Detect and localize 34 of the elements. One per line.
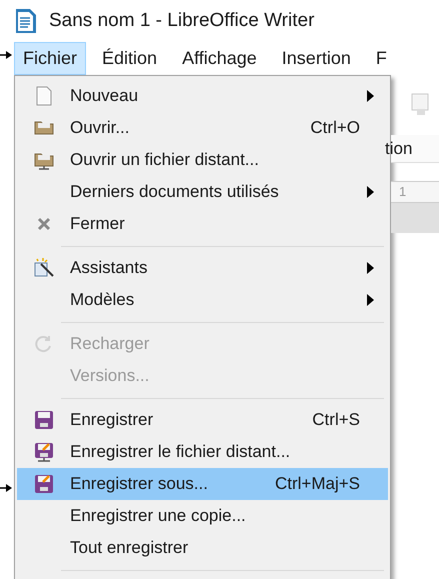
toolbar-icon	[411, 93, 431, 117]
page-icon	[34, 86, 52, 106]
menu-item[interactable]: Tout enregistrer	[17, 532, 388, 564]
menu-item[interactable]: Modèles	[17, 284, 388, 316]
toolbar-text: tion	[385, 138, 412, 160]
menu-item[interactable]: Fermer	[17, 208, 388, 240]
menu-item[interactable]: Enregistrer sous... Ctrl+Maj+S	[17, 468, 388, 500]
ruler-number: 1	[399, 183, 406, 202]
shortcut-label: Ctrl+O	[310, 117, 360, 140]
menu-bar-item[interactable]: Fichier	[14, 42, 86, 75]
pointer-arrow-icon	[0, 483, 12, 493]
menu-bar-item[interactable]: Édition	[93, 42, 166, 75]
floppy-pen-network-icon	[34, 442, 54, 462]
floppy-pen-icon	[34, 474, 54, 494]
menu-item[interactable]: Assistants	[17, 252, 388, 284]
menu-bar-item[interactable]: Affichage	[173, 42, 266, 75]
shortcut-label: Ctrl+Maj+S	[274, 473, 360, 496]
wand-document-icon	[32, 258, 54, 278]
close-icon	[36, 217, 50, 231]
document-area	[391, 203, 439, 233]
floppy-icon	[34, 410, 54, 430]
pointer-arrow-icon	[0, 50, 12, 60]
menu-item[interactable]: Nouveau	[17, 80, 388, 112]
menu-item[interactable]: Enregistrer une copie...	[17, 500, 388, 532]
reload-icon	[34, 335, 52, 353]
window-title: Sans nom 1 - LibreOffice Writer	[49, 8, 314, 33]
menu-item[interactable]: Derniers documents utilisés	[17, 176, 388, 208]
menu-item[interactable]: Ouvrir... Ctrl+O	[17, 112, 388, 144]
menu-item[interactable]: Enregistrer le fichier distant...	[17, 436, 388, 468]
shortcut-label: Ctrl+S	[312, 409, 360, 432]
menu-bar-item[interactable]: Insertion	[272, 42, 360, 75]
writer-document-icon	[15, 8, 37, 34]
menu-bar-item[interactable]: F	[366, 42, 396, 75]
menu-item[interactable]: Enregistrer Ctrl+S	[17, 404, 388, 436]
